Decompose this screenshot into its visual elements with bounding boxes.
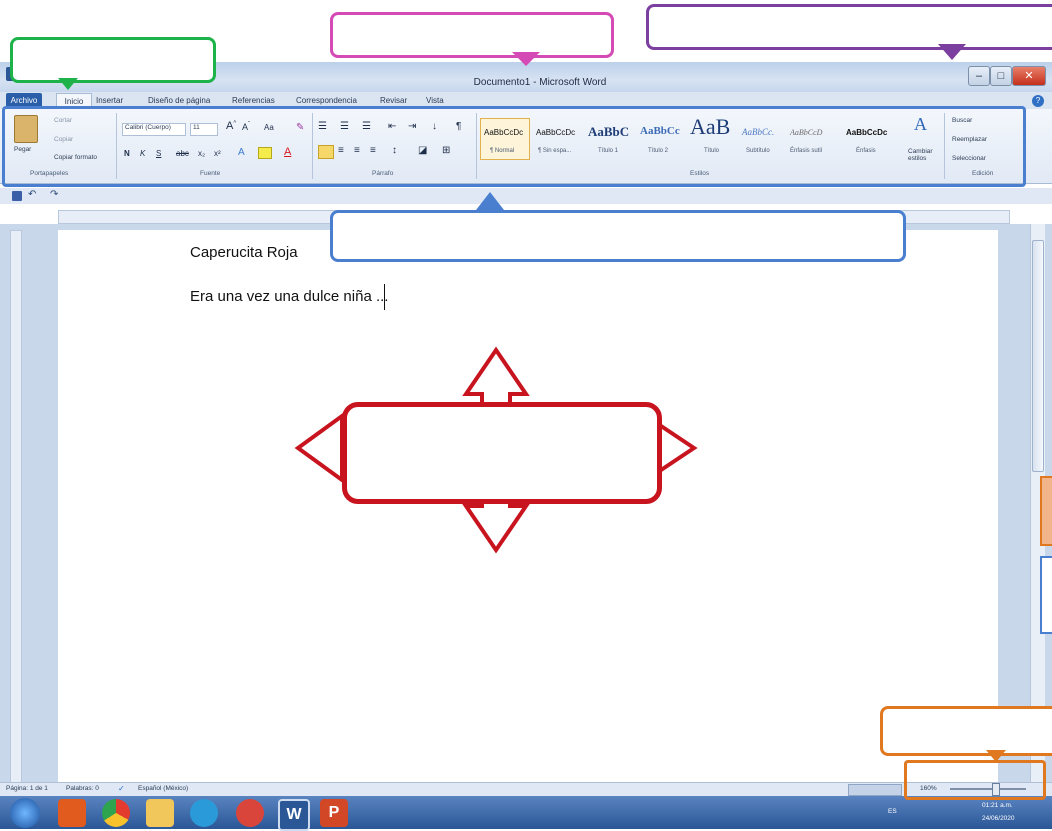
window-title: Documento1 - Microsoft Word <box>473 77 607 88</box>
browser-icon[interactable] <box>236 799 264 827</box>
document-body-line[interactable]: Era una vez una dulce niña ... <box>190 288 388 305</box>
callout-pink <box>330 12 614 58</box>
callout-red <box>342 402 662 504</box>
proofing-icon[interactable]: ✓ <box>118 784 125 793</box>
callout-blue-pointer <box>476 192 504 210</box>
callout-pink-pointer <box>512 52 540 66</box>
clock-time[interactable]: 01:21 a.m. <box>982 802 1013 809</box>
callout-purple-pointer <box>938 44 966 60</box>
arrow-up-icon <box>462 346 530 410</box>
side-blue-block <box>1040 556 1052 634</box>
redo-icon[interactable]: ↷ <box>50 189 58 200</box>
word-count[interactable]: Palabras: 0 <box>66 785 99 792</box>
arrow-left-icon <box>294 412 344 484</box>
maximize-button[interactable]: □ <box>990 66 1012 86</box>
chrome-icon[interactable] <box>102 799 130 827</box>
folder-icon[interactable] <box>146 799 174 827</box>
quick-access-toolbar <box>0 188 1052 204</box>
word-icon[interactable]: W <box>278 799 310 831</box>
callout-purple <box>646 4 1052 50</box>
office-icon[interactable] <box>58 799 86 827</box>
start-button[interactable] <box>10 798 40 828</box>
edge-icon[interactable] <box>190 799 218 827</box>
text-cursor <box>384 284 385 310</box>
minimize-button[interactable]: – <box>968 66 990 86</box>
undo-icon[interactable]: ↶ <box>28 189 36 200</box>
clock-date[interactable]: 24/06/2020 <box>982 815 1015 822</box>
help-icon[interactable]: ? <box>1032 95 1044 107</box>
callout-green <box>10 37 216 83</box>
language-indicator[interactable]: Español (México) <box>138 785 188 792</box>
document-title-line[interactable]: Caperucita Roja <box>190 244 298 261</box>
callout-blue-ribbon-frame <box>2 106 1026 187</box>
save-icon[interactable] <box>12 191 22 201</box>
powerpoint-icon[interactable]: P <box>320 799 348 827</box>
input-language[interactable]: ES <box>888 808 897 815</box>
page-count[interactable]: Página: 1 de 1 <box>6 785 48 792</box>
view-buttons[interactable] <box>848 784 902 796</box>
scrollbar-thumb[interactable] <box>1032 240 1044 472</box>
side-orange-block <box>1040 476 1052 546</box>
vertical-ruler <box>10 230 22 784</box>
close-button[interactable]: ✕ <box>1012 66 1046 86</box>
callout-blue <box>330 210 906 262</box>
callout-green-pointer <box>58 78 78 90</box>
callout-orange <box>880 706 1052 756</box>
callout-orange-zoom-frame <box>904 760 1046 800</box>
